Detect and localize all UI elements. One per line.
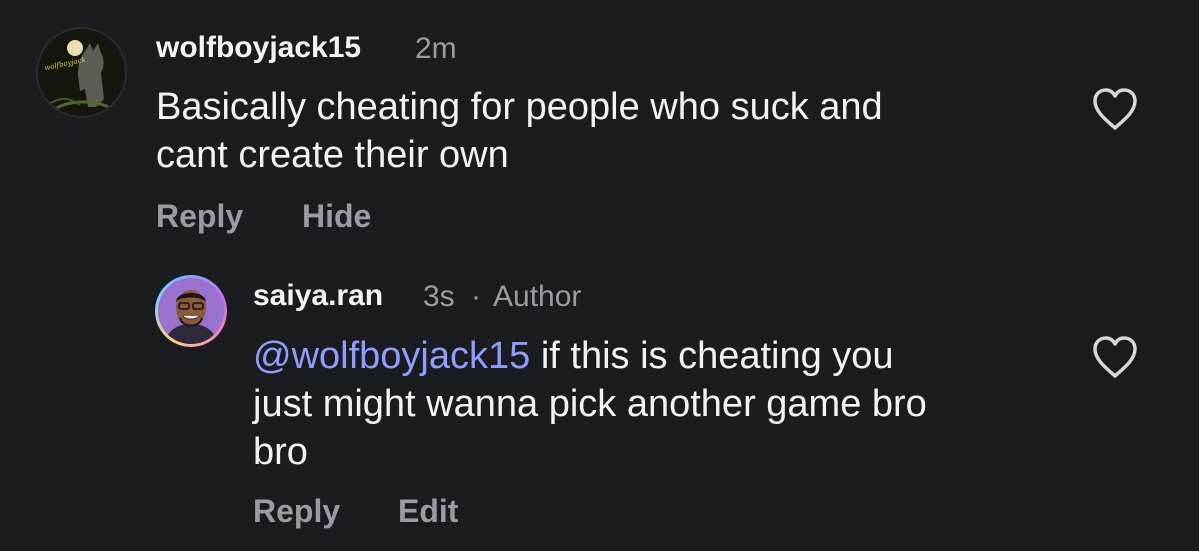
comment-username[interactable]: wolfboyjack15 <box>156 31 361 65</box>
reply-button[interactable]: Reply <box>253 493 340 530</box>
comment-item: wolfboyjack wolfboyjack15 2m Basically c… <box>0 0 1199 260</box>
edit-button[interactable]: Edit <box>398 493 458 530</box>
avatar[interactable]: wolfboyjack <box>36 27 127 118</box>
comment-line: Basically cheating for people who suck a… <box>156 86 883 128</box>
comment-timestamp: 2m <box>415 32 457 65</box>
comment-line-text: if this is cheating you <box>530 335 894 377</box>
comment-body: Basically cheating for people who suck a… <box>156 83 1056 179</box>
user-mention-link[interactable]: @wolfboyjack15 <box>253 335 530 377</box>
author-badge: Author <box>493 280 582 313</box>
wolf-avatar-image <box>38 29 125 116</box>
comment-body: @wolfboyjack15 if this is cheating you j… <box>253 332 1073 476</box>
comment-thread: wolfboyjack wolfboyjack15 2m Basically c… <box>0 0 1199 551</box>
person-avatar-image <box>158 278 224 344</box>
avatar[interactable] <box>155 275 227 347</box>
comment-line: bro <box>253 431 308 473</box>
heart-outline-icon[interactable] <box>1090 334 1140 380</box>
hide-button[interactable]: Hide <box>302 198 371 235</box>
heart-outline-icon[interactable] <box>1090 86 1140 132</box>
comment-timestamp: 3s <box>423 280 455 313</box>
comment-line: @wolfboyjack15 if this is cheating you <box>253 332 1073 380</box>
avatar-photo <box>158 278 224 344</box>
meta-separator: · <box>471 280 481 313</box>
reply-comment-item: saiya.ran 3s · Author @wolfboyjack15 if … <box>0 260 1199 551</box>
reply-button[interactable]: Reply <box>156 198 243 235</box>
comment-username[interactable]: saiya.ran <box>253 279 383 313</box>
comment-line: just might wanna pick another game bro <box>253 383 927 425</box>
comment-line: cant create their own <box>156 134 509 176</box>
